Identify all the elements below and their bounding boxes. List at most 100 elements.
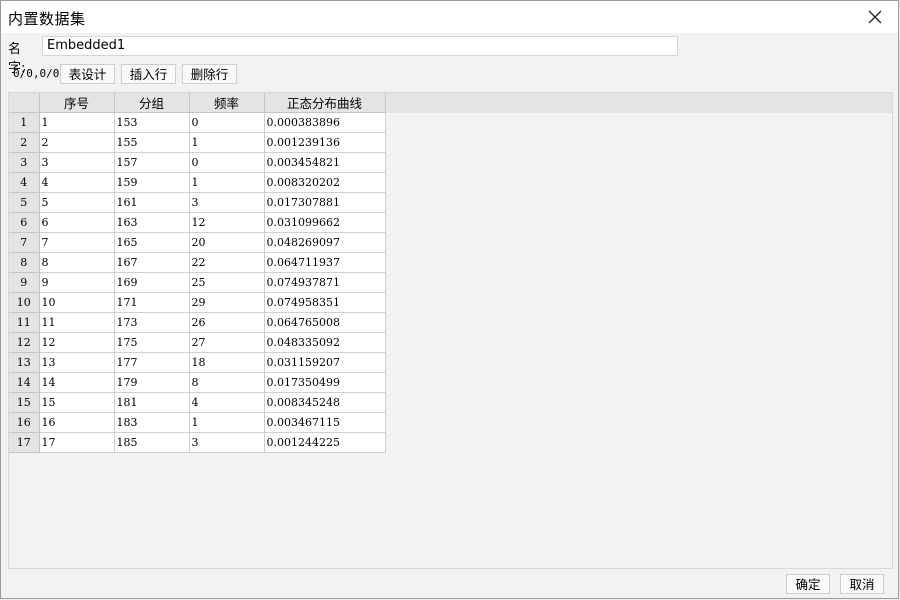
table-cell[interactable]: 0.000383896 xyxy=(264,112,386,133)
table-cell[interactable]: 179 xyxy=(114,372,190,393)
table-cell[interactable]: 18 xyxy=(189,352,265,373)
row-number[interactable]: 14 xyxy=(9,372,40,393)
table-cell[interactable]: 6 xyxy=(39,212,115,233)
table-cell[interactable]: 2 xyxy=(39,132,115,153)
row-number[interactable]: 5 xyxy=(9,192,40,213)
row-number[interactable]: 16 xyxy=(9,412,40,433)
table-cell[interactable]: 0.048269097 xyxy=(264,232,386,253)
table-cell[interactable]: 0.074937871 xyxy=(264,272,386,293)
table-cell[interactable]: 163 xyxy=(114,212,190,233)
ok-button[interactable]: 确定 xyxy=(786,574,830,594)
table-cell[interactable]: 12 xyxy=(39,332,115,353)
table-row: 6 6 163 12 0.031099662 xyxy=(9,212,386,233)
table-cell[interactable]: 4 xyxy=(39,172,115,193)
table-cell[interactable]: 155 xyxy=(114,132,190,153)
table-cell[interactable]: 0.003454821 xyxy=(264,152,386,173)
column-header[interactable]: 频率 xyxy=(189,93,265,113)
row-number[interactable]: 13 xyxy=(9,352,40,373)
column-header[interactable]: 正态分布曲线 xyxy=(264,93,386,113)
table-cell[interactable]: 1 xyxy=(189,412,265,433)
row-number[interactable]: 12 xyxy=(9,332,40,353)
table-cell[interactable]: 165 xyxy=(114,232,190,253)
table-cell[interactable]: 14 xyxy=(39,372,115,393)
table-cell[interactable]: 4 xyxy=(189,392,265,413)
delete-row-button[interactable]: 删除行 xyxy=(182,64,237,84)
table-cell[interactable]: 3 xyxy=(189,432,265,453)
table-cell[interactable]: 1 xyxy=(39,112,115,133)
row-number[interactable]: 11 xyxy=(9,312,40,333)
table-cell[interactable]: 1 xyxy=(189,172,265,193)
table-cell[interactable]: 0.074958351 xyxy=(264,292,386,313)
table-cell[interactable]: 3 xyxy=(189,192,265,213)
table-cell[interactable]: 161 xyxy=(114,192,190,213)
table-cell[interactable]: 0.017350499 xyxy=(264,372,386,393)
table-cell[interactable]: 8 xyxy=(189,372,265,393)
row-number[interactable]: 1 xyxy=(9,112,40,133)
table-cell[interactable]: 5 xyxy=(39,192,115,213)
name-input[interactable]: Embedded1 xyxy=(42,36,678,56)
table-cell[interactable]: 22 xyxy=(189,252,265,273)
table-cell[interactable]: 27 xyxy=(189,332,265,353)
row-number[interactable]: 15 xyxy=(9,392,40,413)
row-number[interactable]: 3 xyxy=(9,152,40,173)
table-cell[interactable]: 0.048335092 xyxy=(264,332,386,353)
table-cell[interactable]: 25 xyxy=(189,272,265,293)
table-cell[interactable]: 15 xyxy=(39,392,115,413)
table-cell[interactable]: 169 xyxy=(114,272,190,293)
table-cell[interactable]: 17 xyxy=(39,432,115,453)
table-cell[interactable]: 0.017307881 xyxy=(264,192,386,213)
table-cell[interactable]: 183 xyxy=(114,412,190,433)
table-cell[interactable]: 0.031099662 xyxy=(264,212,386,233)
table-cell[interactable]: 0.001244225 xyxy=(264,432,386,453)
table-cell[interactable]: 8 xyxy=(39,252,115,273)
table-cell[interactable]: 16 xyxy=(39,412,115,433)
table-row: 2 2 155 1 0.001239136 xyxy=(9,132,386,153)
table-cell[interactable]: 181 xyxy=(114,392,190,413)
table-cell[interactable]: 175 xyxy=(114,332,190,353)
table-cell[interactable]: 0.008320202 xyxy=(264,172,386,193)
table-design-button[interactable]: 表设计 xyxy=(60,64,115,84)
table-cell[interactable]: 0.031159207 xyxy=(264,352,386,373)
table-cell[interactable]: 167 xyxy=(114,252,190,273)
table-cell[interactable]: 177 xyxy=(114,352,190,373)
row-number[interactable]: 2 xyxy=(9,132,40,153)
table-cell[interactable]: 0 xyxy=(189,152,265,173)
table-row: 4 4 159 1 0.008320202 xyxy=(9,172,386,193)
column-header[interactable]: 序号 xyxy=(39,93,115,113)
close-button[interactable] xyxy=(852,1,898,33)
table-cell[interactable]: 173 xyxy=(114,312,190,333)
column-header[interactable]: 分组 xyxy=(114,93,190,113)
close-icon xyxy=(868,10,882,24)
table-cell[interactable]: 20 xyxy=(189,232,265,253)
table-cell[interactable]: 159 xyxy=(114,172,190,193)
table-cell[interactable]: 0 xyxy=(189,112,265,133)
insert-row-button[interactable]: 插入行 xyxy=(121,64,176,84)
table-cell[interactable]: 153 xyxy=(114,112,190,133)
table-cell[interactable]: 11 xyxy=(39,312,115,333)
table-cell[interactable]: 0.008345248 xyxy=(264,392,386,413)
row-number[interactable]: 17 xyxy=(9,432,40,453)
row-number[interactable]: 9 xyxy=(9,272,40,293)
table-cell[interactable]: 185 xyxy=(114,432,190,453)
table-cell[interactable]: 7 xyxy=(39,232,115,253)
row-number[interactable]: 7 xyxy=(9,232,40,253)
table-cell[interactable]: 13 xyxy=(39,352,115,373)
row-number[interactable]: 4 xyxy=(9,172,40,193)
row-number[interactable]: 8 xyxy=(9,252,40,273)
table-cell[interactable]: 1 xyxy=(189,132,265,153)
table-cell[interactable]: 171 xyxy=(114,292,190,313)
table-cell[interactable]: 29 xyxy=(189,292,265,313)
table-cell[interactable]: 0.064765008 xyxy=(264,312,386,333)
table-cell[interactable]: 26 xyxy=(189,312,265,333)
table-cell[interactable]: 0.003467115 xyxy=(264,412,386,433)
table-cell[interactable]: 3 xyxy=(39,152,115,173)
table-cell[interactable]: 9 xyxy=(39,272,115,293)
table-cell[interactable]: 10 xyxy=(39,292,115,313)
table-cell[interactable]: 0.001239136 xyxy=(264,132,386,153)
table-cell[interactable]: 157 xyxy=(114,152,190,173)
table-cell[interactable]: 0.064711937 xyxy=(264,252,386,273)
table-cell[interactable]: 12 xyxy=(189,212,265,233)
row-number[interactable]: 10 xyxy=(9,292,40,313)
row-number[interactable]: 6 xyxy=(9,212,40,233)
cancel-button[interactable]: 取消 xyxy=(840,574,884,594)
